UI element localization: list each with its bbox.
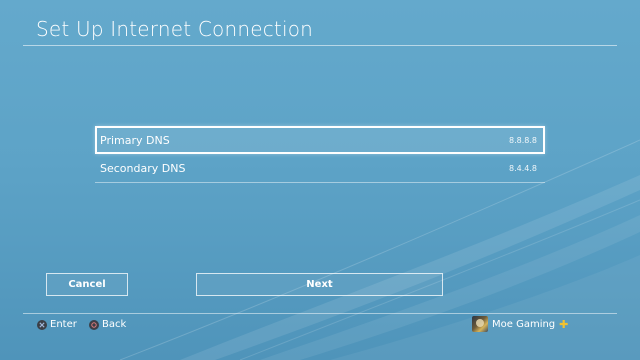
enter-hint: Enter — [37, 318, 77, 331]
secondary-dns-row[interactable]: Secondary DNS 8.4.4.8 — [95, 154, 545, 183]
primary-dns-value: 8.8.8.8 — [509, 135, 537, 145]
back-hint-label: Back — [102, 319, 127, 330]
dns-settings-list: Primary DNS 8.8.8.8 Secondary DNS 8.4.4.… — [95, 126, 545, 183]
avatar — [472, 316, 488, 332]
next-button[interactable]: Next — [196, 273, 443, 296]
user-name: Moe Gaming — [492, 318, 556, 330]
secondary-dns-label: Secondary DNS — [100, 161, 186, 175]
back-hint: Back — [89, 318, 126, 331]
primary-dns-label: Primary DNS — [100, 133, 170, 147]
primary-dns-row[interactable]: Primary DNS 8.8.8.8 — [95, 126, 545, 154]
page-title: Set Up Internet Connection — [36, 17, 314, 41]
enter-hint-label: Enter — [50, 319, 77, 330]
title-divider — [23, 45, 617, 46]
playstation-plus-icon: ✚ — [559, 317, 569, 331]
cross-button-icon — [37, 319, 47, 330]
footer-divider — [23, 313, 617, 314]
cancel-button[interactable]: Cancel — [46, 273, 128, 296]
secondary-dns-value: 8.4.4.8 — [509, 163, 537, 173]
user-profile: Moe Gaming ✚ — [472, 316, 568, 332]
circle-button-icon — [89, 319, 99, 330]
